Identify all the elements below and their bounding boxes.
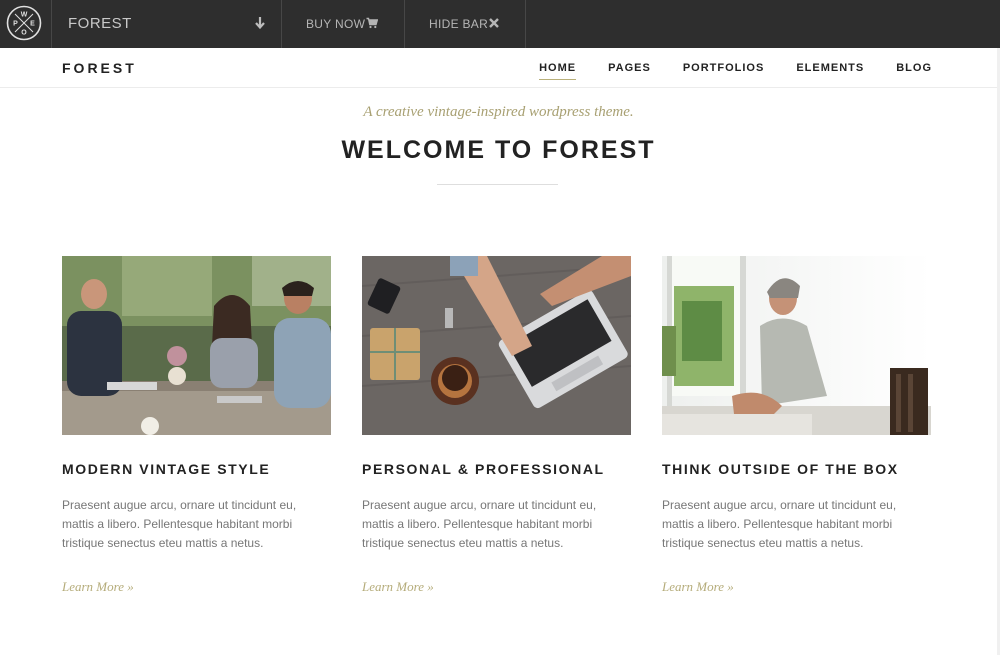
learn-more-link[interactable]: Learn More » — [62, 579, 134, 595]
nav-item-portfolios[interactable]: PORTFOLIOS — [683, 62, 765, 78]
cafe-group-photo[interactable] — [62, 256, 331, 435]
logo-segment[interactable]: W P E O — [0, 0, 52, 48]
main-navigation: FOREST HOME PAGES PORTFOLIOS ELEMENTS BL… — [0, 48, 1000, 88]
logo-letter-right: E — [30, 21, 35, 28]
hero-divider — [437, 184, 558, 185]
theme-preview-bar: W P E O FOREST BUY NOW HIDE BAR — [0, 0, 1000, 48]
site-logo[interactable]: FOREST — [62, 60, 137, 76]
hide-bar-label: HIDE BAR — [429, 17, 489, 31]
nav-item-elements[interactable]: ELEMENTS — [796, 62, 864, 78]
nav-item-blog[interactable]: BLOG — [896, 62, 932, 78]
logo-letter-top: W — [21, 12, 28, 19]
hero-title: WELCOME TO FOREST — [341, 136, 656, 164]
nav-menu: HOME PAGES PORTFOLIOS ELEMENTS BLOG — [539, 62, 932, 80]
hero-tagline: A creative vintage-inspired wordpress th… — [363, 104, 634, 120]
theme-switcher[interactable]: FOREST — [52, 0, 282, 48]
card-title: THINK OUTSIDE OF THE BOX — [662, 461, 899, 477]
man-at-window-photo[interactable] — [662, 256, 931, 435]
buy-now-button[interactable]: BUY NOW — [282, 0, 405, 48]
card-description: Praesent augue arcu, ornare ut tincidunt… — [362, 498, 597, 550]
card-description: Praesent augue arcu, ornare ut tincidunt… — [662, 498, 897, 550]
learn-more-link[interactable]: Learn More » — [662, 579, 734, 595]
hide-bar-button[interactable]: HIDE BAR — [405, 0, 526, 48]
theme-name: FOREST — [68, 15, 132, 32]
logo-letter-left: P — [13, 21, 18, 28]
feature-card-vintage: MODERN VINTAGE STYLE Praesent augue arcu… — [62, 256, 331, 596]
feature-card-think: THINK OUTSIDE OF THE BOX Praesent augue … — [662, 256, 931, 596]
buy-now-label: BUY NOW — [306, 17, 366, 31]
logo-letter-bottom: O — [21, 30, 27, 37]
card-title: PERSONAL & PROFESSIONAL — [362, 461, 605, 477]
card-title: MODERN VINTAGE STYLE — [62, 461, 271, 477]
close-icon — [489, 18, 499, 28]
wpeo-logo-icon: W P E O — [6, 5, 42, 41]
learn-more-link[interactable]: Learn More » — [362, 579, 434, 595]
desk-laptop-photo[interactable] — [362, 256, 631, 435]
card-description: Praesent augue arcu, ornare ut tincidunt… — [62, 498, 297, 550]
feature-card-professional: PERSONAL & PROFESSIONAL Praesent augue a… — [362, 256, 631, 596]
nav-item-pages[interactable]: PAGES — [608, 62, 651, 78]
cart-icon — [366, 17, 378, 29]
arrow-down-icon — [255, 17, 265, 30]
nav-item-home[interactable]: HOME — [539, 62, 577, 80]
